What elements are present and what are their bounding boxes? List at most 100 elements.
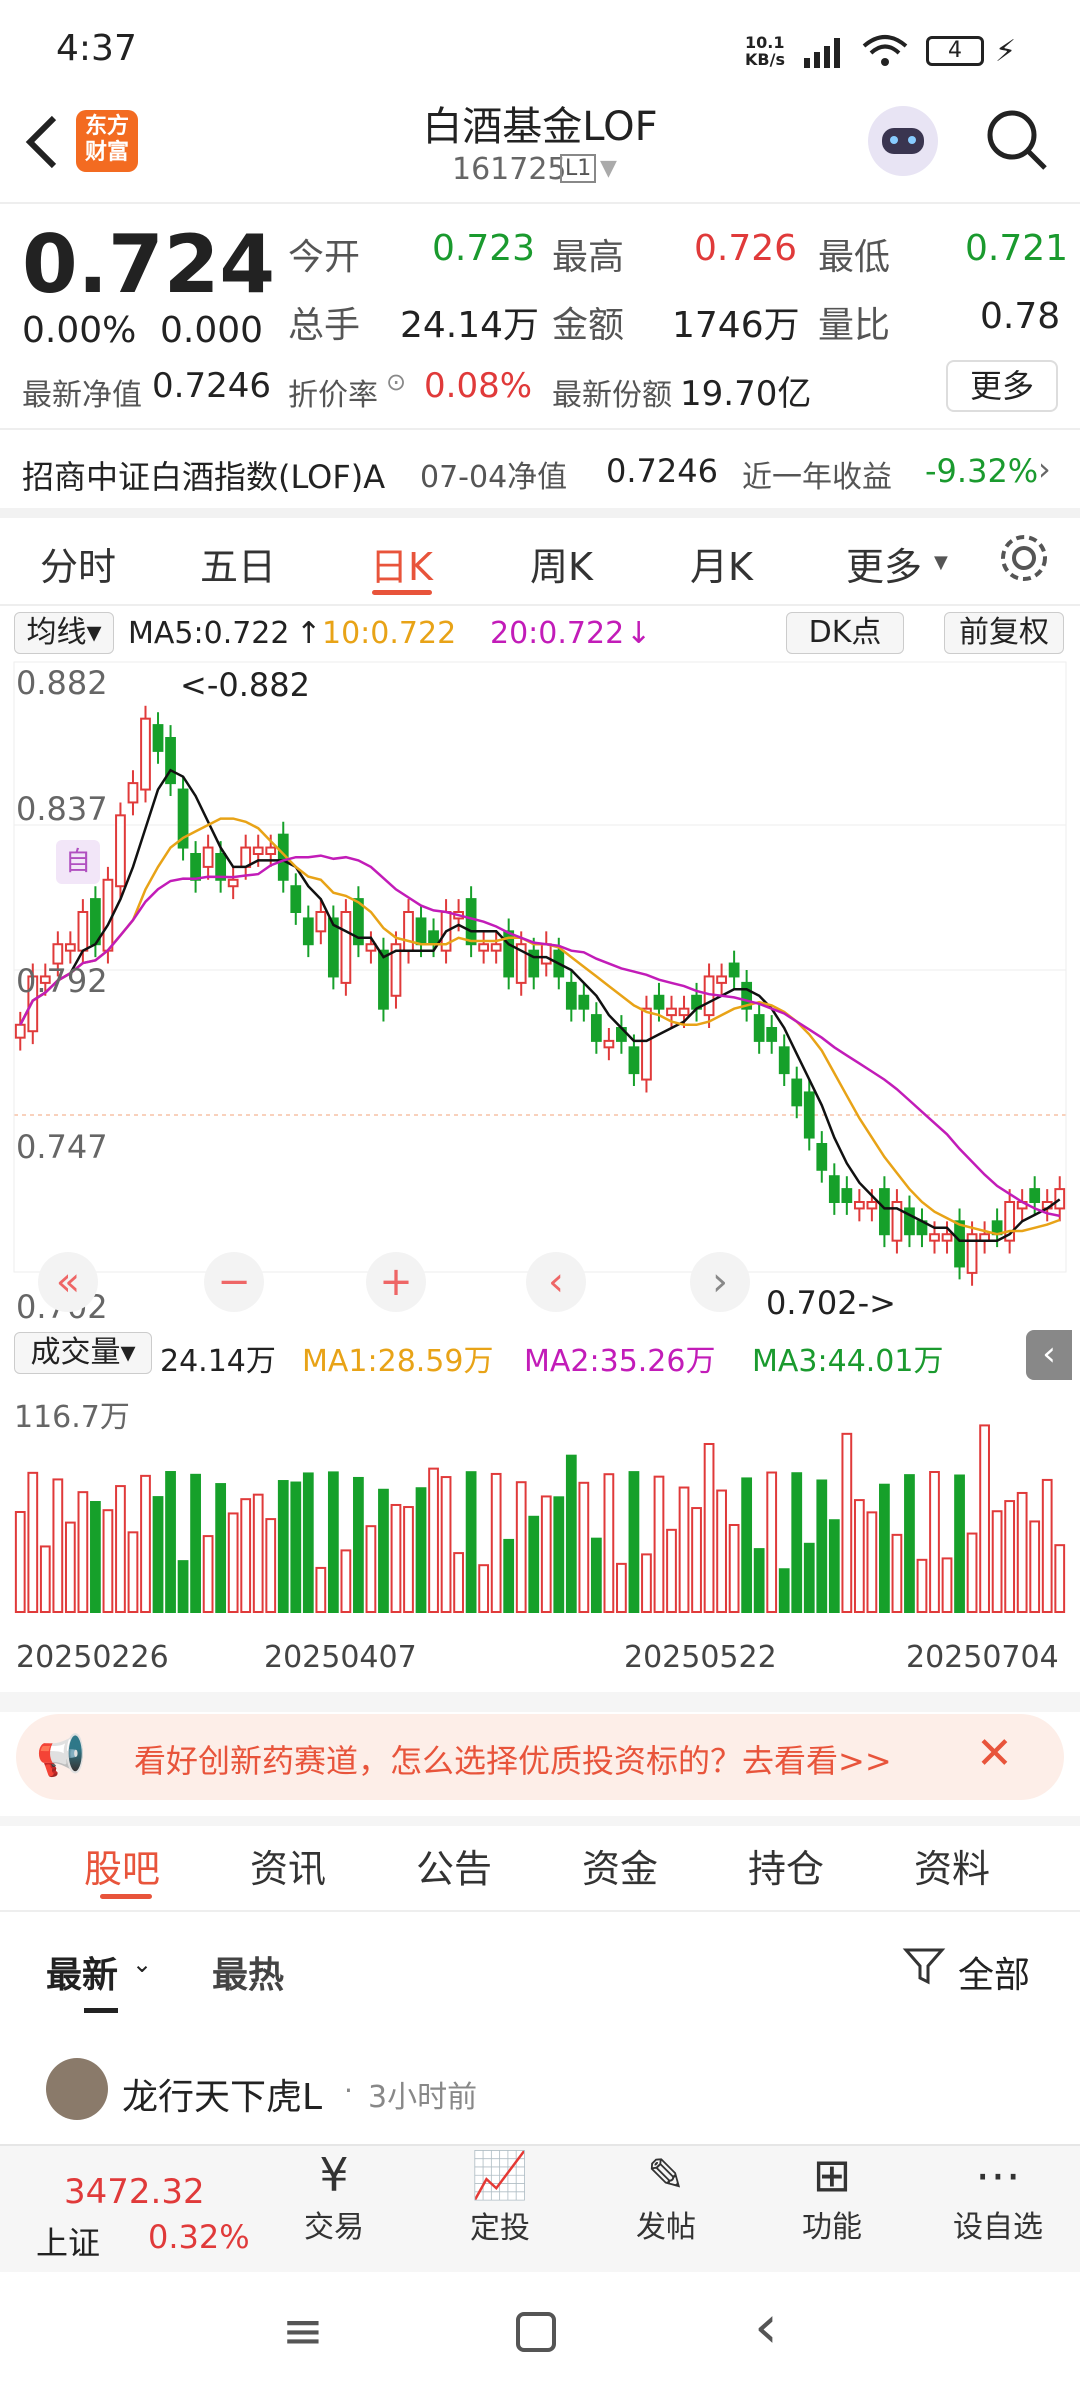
index-value[interactable]: 3472.32 bbox=[64, 2172, 205, 2212]
candle bbox=[465, 898, 477, 946]
candle bbox=[653, 994, 665, 1010]
high-label: 最高 bbox=[552, 237, 625, 278]
tab-monthly-k[interactable]: 月K bbox=[690, 536, 753, 591]
dropdown-icon[interactable]: ▼ bbox=[934, 552, 948, 573]
date-tick-2: 20250522 bbox=[624, 1640, 777, 1675]
candle bbox=[403, 911, 414, 952]
candle bbox=[603, 1039, 615, 1049]
volume-bar bbox=[302, 1472, 314, 1613]
volume-bar bbox=[39, 1545, 51, 1613]
volume-bar bbox=[428, 1467, 439, 1613]
search-icon[interactable] bbox=[985, 108, 1049, 172]
candle bbox=[290, 885, 302, 914]
volume-bar bbox=[215, 1483, 227, 1613]
filter-hot[interactable]: 最热 bbox=[212, 1946, 284, 1998]
volume-bar bbox=[954, 1474, 965, 1613]
volume-bar bbox=[979, 1424, 990, 1614]
level-badge[interactable]: L1 bbox=[560, 154, 597, 183]
menu-icon[interactable]: ≡ bbox=[282, 2302, 324, 2360]
assistant-avatar[interactable] bbox=[868, 106, 938, 176]
tab-weekly-k[interactable]: 周K bbox=[530, 536, 593, 591]
back-nav-icon[interactable]: ‹ bbox=[754, 2292, 778, 2362]
candle bbox=[954, 1220, 965, 1268]
candlestick-chart[interactable] bbox=[0, 660, 1080, 1330]
nav-functions[interactable]: ⊞ 功能 bbox=[772, 2148, 892, 2246]
candle bbox=[791, 1078, 803, 1107]
tab-more[interactable]: 更多 bbox=[846, 536, 922, 591]
app-logo[interactable]: 东方财富 bbox=[76, 110, 138, 172]
volume-bar bbox=[603, 1473, 615, 1613]
next-icon[interactable]: › bbox=[690, 1252, 750, 1312]
candle bbox=[315, 911, 327, 933]
status-bar: 4:37 10.1 KB/s 4 ⚡ bbox=[0, 0, 1080, 100]
vol-ma1: MA1:28.59万 bbox=[302, 1344, 494, 1379]
vol-ma3: MA3:44.01万 bbox=[752, 1344, 944, 1379]
post-author[interactable]: 龙行天下虎L bbox=[122, 2068, 322, 2120]
candle bbox=[302, 917, 314, 946]
tab-funds[interactable]: 资金 bbox=[582, 1838, 658, 1893]
tab-news[interactable]: 资讯 bbox=[250, 1838, 326, 1893]
ma-selector[interactable]: 均线▾ bbox=[14, 612, 114, 654]
tab-5day[interactable]: 五日 bbox=[200, 536, 276, 591]
volume-bar bbox=[1004, 1500, 1016, 1613]
nav-invest[interactable]: 📈 定投 bbox=[440, 2148, 560, 2247]
avatar[interactable] bbox=[46, 2058, 108, 2120]
more-button[interactable]: 更多 bbox=[946, 360, 1058, 412]
chevron-down-icon[interactable]: ▼ bbox=[600, 156, 617, 181]
volume-bar bbox=[803, 1542, 815, 1614]
tab-daily-k[interactable]: 日K bbox=[370, 536, 433, 591]
settings-icon[interactable] bbox=[998, 532, 1050, 584]
candle bbox=[866, 1201, 878, 1210]
volume-bar bbox=[766, 1471, 778, 1613]
volume-bar bbox=[1016, 1491, 1028, 1613]
close-icon[interactable]: ✕ bbox=[976, 1728, 1013, 1779]
back-icon[interactable] bbox=[22, 112, 62, 172]
volume-chart[interactable] bbox=[0, 1382, 1080, 1622]
candle bbox=[853, 1201, 865, 1210]
volume-bar bbox=[904, 1474, 915, 1613]
volume-bar bbox=[102, 1509, 114, 1614]
tab-intraday[interactable]: 分时 bbox=[40, 536, 116, 591]
tab-forum[interactable]: 股吧 bbox=[84, 1838, 160, 1893]
rewind-icon[interactable]: « bbox=[38, 1252, 98, 1312]
nav-trade[interactable]: ¥ 交易 bbox=[274, 2148, 394, 2246]
ma-line bbox=[19, 768, 1061, 1242]
tab-profile[interactable]: 资料 bbox=[914, 1838, 990, 1893]
nav-post[interactable]: ✎ 发帖 bbox=[606, 2148, 726, 2246]
volume-bar bbox=[891, 1533, 903, 1613]
filter-icon[interactable] bbox=[902, 1944, 946, 1988]
filter-all[interactable]: 全部 bbox=[958, 1946, 1030, 1998]
zoom-out-icon[interactable]: − bbox=[204, 1252, 264, 1312]
candle bbox=[666, 1007, 677, 1017]
ma-line bbox=[19, 854, 1060, 1218]
volume-bar bbox=[490, 1472, 502, 1613]
collapse-panel-icon[interactable]: ‹ bbox=[1026, 1330, 1072, 1380]
candle bbox=[127, 782, 139, 804]
home-icon[interactable] bbox=[516, 2312, 556, 2352]
chevron-down-icon[interactable]: ⌄ bbox=[132, 1950, 152, 1978]
fund-name[interactable]: 招商中证白酒指数(LOF)A bbox=[22, 452, 385, 498]
volume-bar bbox=[52, 1478, 64, 1613]
candle bbox=[753, 1014, 765, 1042]
adjust-button[interactable]: 前复权 bbox=[944, 612, 1064, 654]
more-info-icon[interactable]: ⊙ bbox=[386, 368, 406, 396]
volume-bar bbox=[202, 1535, 214, 1613]
battery-level: 4 bbox=[948, 38, 962, 63]
tab-holdings[interactable]: 持仓 bbox=[748, 1838, 824, 1893]
candle bbox=[77, 911, 89, 952]
zoom-in-icon[interactable]: + bbox=[366, 1252, 426, 1312]
nav-watchlist[interactable]: ⋯ 设自选 bbox=[938, 2148, 1058, 2246]
filter-latest[interactable]: 最新 bbox=[46, 1946, 118, 1998]
volume-bar bbox=[691, 1507, 702, 1613]
volume-selector[interactable]: 成交量▾ bbox=[14, 1332, 152, 1374]
volume-bar bbox=[340, 1549, 352, 1614]
prev-icon[interactable]: ‹ bbox=[526, 1252, 586, 1312]
volume-bar bbox=[966, 1532, 978, 1614]
volume-bar bbox=[590, 1537, 602, 1613]
promo-banner[interactable]: 📢 看好创新药赛道，怎么选择优质投资标的？去看看>> ✕ bbox=[16, 1714, 1064, 1800]
tab-announcements[interactable]: 公告 bbox=[416, 1838, 492, 1893]
chevron-right-icon[interactable]: › bbox=[1038, 450, 1051, 488]
dk-point-button[interactable]: DK点 bbox=[786, 612, 904, 654]
candle bbox=[590, 1014, 602, 1042]
page-title: 白酒基金LOF bbox=[422, 104, 658, 150]
